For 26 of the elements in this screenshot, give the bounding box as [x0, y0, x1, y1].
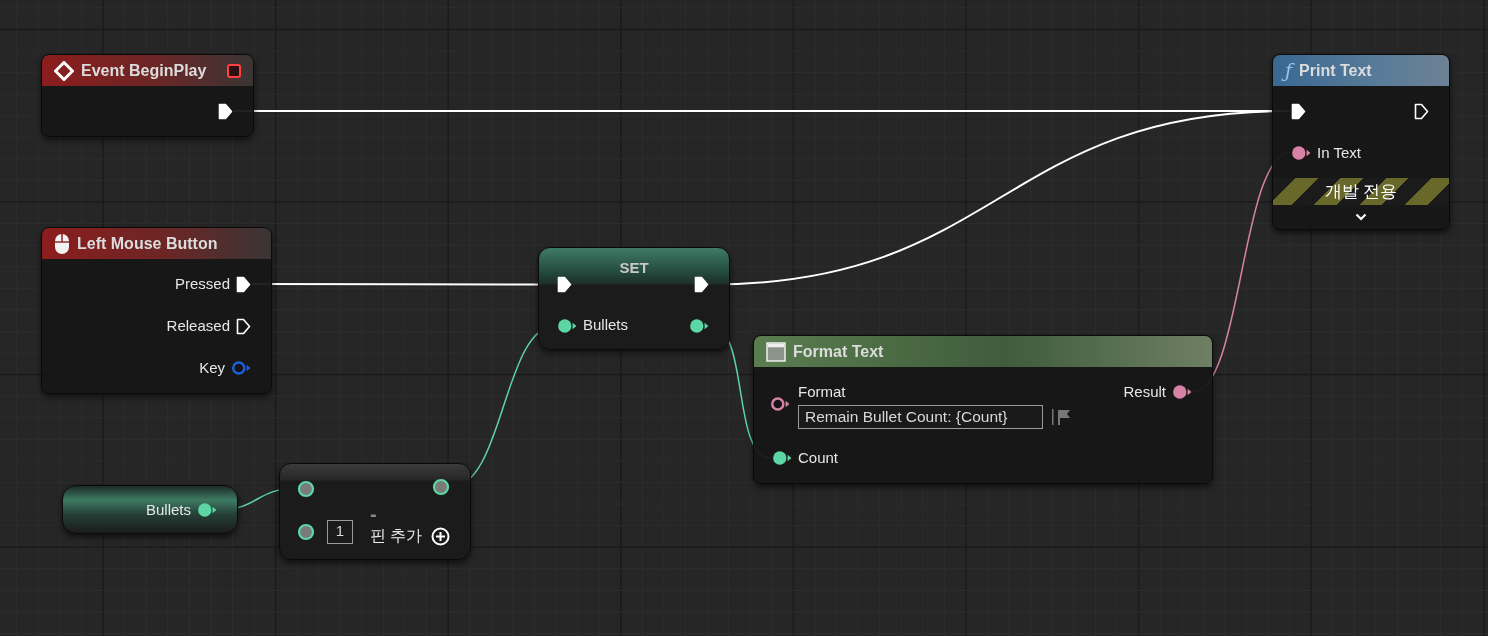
node-title: SET	[619, 260, 649, 274]
pin-label: Key	[199, 357, 225, 378]
pin-label: In Text	[1317, 142, 1361, 163]
node-title: Left Mouse Button	[77, 233, 218, 254]
number-field[interactable]: 1	[327, 519, 353, 544]
pin-label: Count	[798, 447, 839, 468]
function-node[interactable]: ƒ Print Text In Text 개발 전용	[1272, 54, 1450, 230]
set-node[interactable]: SET Bullets	[538, 247, 730, 350]
dev-only-banner: 개발 전용	[1273, 178, 1449, 205]
operator-label: -	[370, 507, 378, 523]
node-title: Print Text	[1299, 60, 1372, 81]
add-pin-button[interactable]: 핀 추가	[370, 523, 470, 549]
node-title: Format Text	[793, 341, 884, 362]
pin-label: Bullets	[145, 499, 191, 520]
pin-label: Bullets	[583, 315, 629, 336]
pin-label: Pressed	[174, 273, 230, 294]
input-event-node[interactable]: Left Mouse Button Pressed Released Key	[41, 227, 272, 394]
event-node[interactable]: Event BeginPlay	[41, 54, 254, 137]
pin-label: Result	[1123, 381, 1166, 402]
node-title: Event BeginPlay	[81, 60, 207, 81]
math-node[interactable]: 1 - 핀 추가	[279, 463, 471, 560]
text-field[interactable]: Remain Bullet Count: {Count}	[798, 405, 1043, 430]
pin-label: Format	[798, 381, 847, 402]
variable-node[interactable]: Bullets	[62, 485, 238, 534]
format-text-node[interactable]: Format Text Format Remain Bullet Count: {Count} Count Result	[753, 335, 1213, 484]
pin-label: Released	[166, 315, 230, 336]
